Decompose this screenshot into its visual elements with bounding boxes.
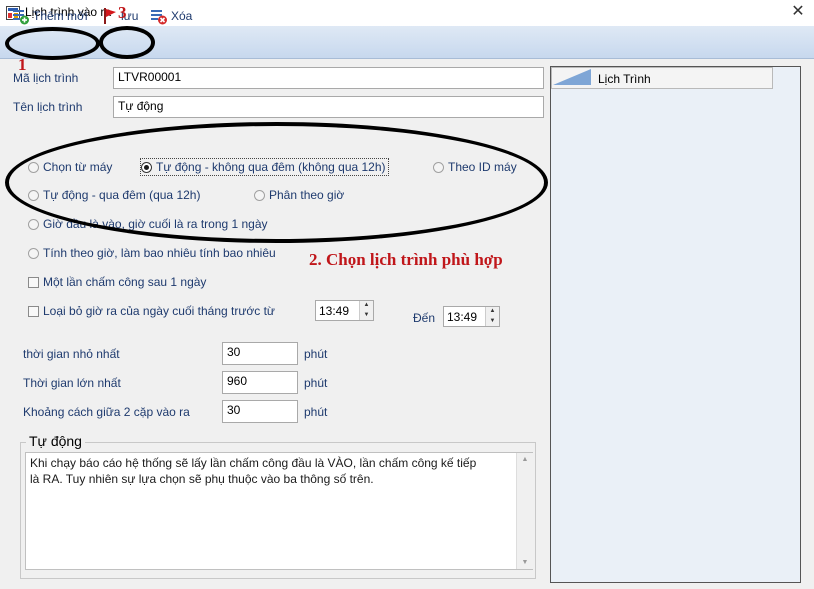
down-arrow-icon[interactable]: ▼ xyxy=(360,310,373,320)
schedule-grid[interactable] xyxy=(550,66,801,583)
min-time-label: thời gian nhỏ nhất xyxy=(23,347,120,361)
annotation-step-2-text: 2. Chọn lịch trình phù hợp xyxy=(309,250,503,269)
description-line-1: Khi chạy báo cáo hệ thống sẽ lấy lần chấ… xyxy=(30,456,477,470)
from-time-picker[interactable]: 13:49 ▲ ▼ xyxy=(315,300,374,321)
close-icon[interactable]: ✕ xyxy=(790,2,806,22)
description-line-2: là RA. Tuy nhiên sự lựa chọn sẽ phụ thuộ… xyxy=(30,472,374,486)
annotation-ellipse-options xyxy=(5,122,548,243)
description-textarea[interactable]: Khi chạy báo cáo hệ thống sẽ lấy lần chấ… xyxy=(25,452,533,570)
schedule-name-label: Tên lịch trình xyxy=(13,100,83,114)
description-scrollbar[interactable]: ▲ ▼ xyxy=(516,453,533,569)
max-time-input[interactable]: 960 xyxy=(222,371,298,394)
min-time-input[interactable]: 30 xyxy=(222,342,298,365)
save-flag-icon xyxy=(104,8,116,24)
annotation-step-3: 3 xyxy=(118,3,127,22)
up-arrow-icon[interactable]: ▲ xyxy=(486,307,499,317)
delete-label: Xóa xyxy=(171,9,193,23)
checkbox[interactable] xyxy=(28,276,39,288)
scroll-up-icon[interactable]: ▲ xyxy=(517,456,533,463)
to-label: Đến xyxy=(413,311,436,325)
annotation-step-1: 1 xyxy=(18,55,27,74)
remove-last-day-checkbox[interactable]: Loại bỏ giờ ra của ngày cuối tháng trước… xyxy=(28,304,275,318)
delete-list-icon xyxy=(151,10,167,25)
spin-arrows[interactable]: ▲ ▼ xyxy=(359,301,373,320)
down-arrow-icon[interactable]: ▼ xyxy=(486,316,499,326)
radio-button[interactable] xyxy=(28,247,39,259)
grid-header-corner-icon xyxy=(553,69,591,85)
delete-button[interactable]: Xóa xyxy=(150,6,192,26)
grid-column-title: Lịch Trình xyxy=(598,72,651,86)
radio-button[interactable] xyxy=(28,218,39,230)
description-group-title: Tự động xyxy=(26,433,85,449)
add-new-label: Thêm mới xyxy=(33,9,88,23)
gap-label: Khoảng cách giữa 2 cặp vào ra xyxy=(23,405,190,419)
checkbox[interactable] xyxy=(28,305,39,317)
gap-input[interactable]: 30 xyxy=(222,400,298,423)
add-new-button[interactable]: Thêm mới xyxy=(12,6,88,26)
schedule-code-input[interactable]: LTVR00001 xyxy=(113,67,544,89)
schedule-name-input[interactable]: Tự động xyxy=(113,96,544,118)
max-time-label: Thời gian lớn nhất xyxy=(23,376,121,390)
once-after-day-checkbox[interactable]: Một lần chấm công sau 1 ngày xyxy=(28,275,206,289)
add-list-icon xyxy=(13,10,29,25)
annotation-ellipse-save xyxy=(99,26,155,59)
min-time-unit: phút xyxy=(304,347,328,361)
spin-arrows[interactable]: ▲ ▼ xyxy=(485,307,499,326)
scroll-down-icon[interactable]: ▼ xyxy=(517,559,533,566)
option-by-hours-count[interactable]: Tính theo giờ, làm bao nhiêu tính bao nh… xyxy=(28,246,276,260)
max-time-unit: phút xyxy=(304,376,328,390)
to-time-picker[interactable]: 13:49 ▲ ▼ xyxy=(443,306,500,327)
gap-unit: phút xyxy=(304,405,328,419)
up-arrow-icon[interactable]: ▲ xyxy=(360,301,373,311)
